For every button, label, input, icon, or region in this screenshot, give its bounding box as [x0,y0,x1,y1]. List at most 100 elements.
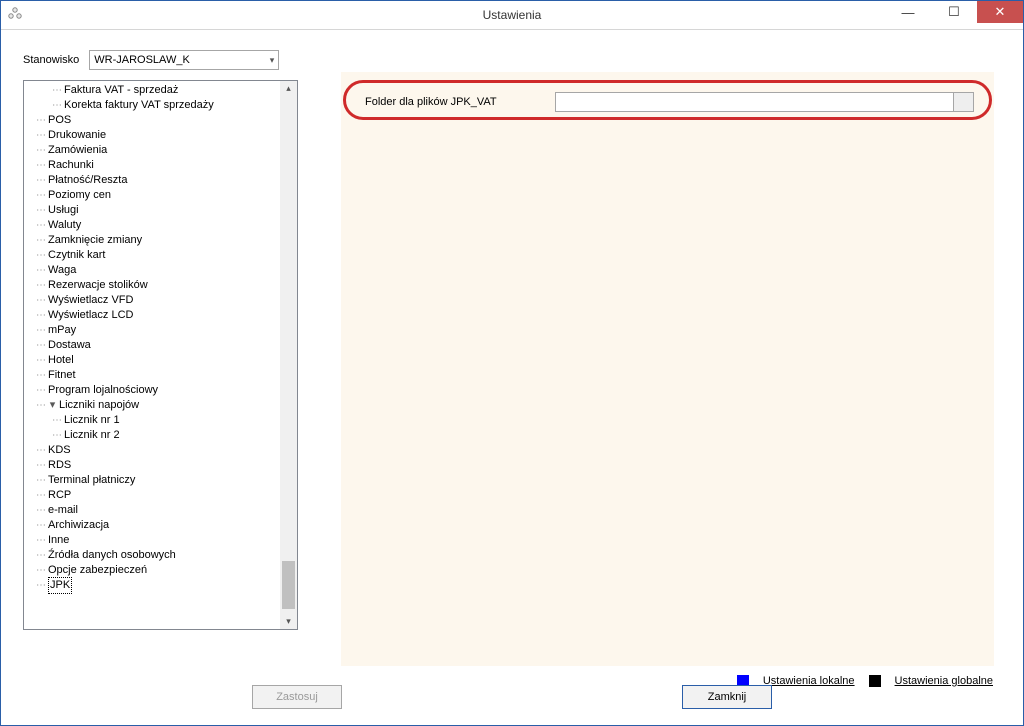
tree-item[interactable]: ⋯Czytnik kart [24,248,280,263]
tree-item[interactable]: ⋯Hotel [24,353,280,368]
tree-item-label: mPay [48,323,76,338]
tree-connector-icon: ⋯ [36,188,45,203]
tree-connector-icon: ⋯ [36,488,45,503]
tree-connector-icon: ⋯ [36,128,45,143]
scroll-down-icon[interactable]: ▾ [286,614,291,629]
tree-connector-icon: ⋯ [36,443,45,458]
tree-item[interactable]: ⋯Licznik nr 2 [24,428,280,443]
tree-connector-icon: ⋯ [36,278,45,293]
tree-item-label: Hotel [48,353,74,368]
tree-item[interactable]: ⋯Fitnet [24,368,280,383]
tree-connector-icon: ⋯ [36,293,45,308]
window-title: Ustawienia [1,8,1023,22]
client-area: Stanowisko WR-JAROSLAW_K ▾ ⋯Faktura VAT … [1,30,1023,725]
tree-item-label: Waluty [48,218,81,233]
tree-item[interactable]: ⋯Zamknięcie zmiany [24,233,280,248]
minimize-button[interactable]: — [885,1,931,23]
tree-item[interactable]: ⋯Rachunki [24,158,280,173]
tree-item[interactable]: ⋯Wyświetlacz LCD [24,308,280,323]
tree-item[interactable]: ⋯Terminal płatniczy [24,473,280,488]
tree-item[interactable]: ⋯Zamówienia [24,143,280,158]
tree-item[interactable]: ⋯Program lojalnościowy [24,383,280,398]
tree-connector-icon: ⋯ [36,398,45,413]
tree-item-label: Program lojalnościowy [48,383,158,398]
tree-item-label: Poziomy cen [48,188,111,203]
tree-item-label: Wyświetlacz VFD [48,293,133,308]
tree-item[interactable]: ⋯Archiwizacja [24,518,280,533]
tree-connector-icon: ⋯ [36,473,45,488]
tree-item[interactable]: ⋯Źródła danych osobowych [24,548,280,563]
tree-item[interactable]: ⋯Opcje zabezpieczeń [24,563,280,578]
tree-item-label: Licznik nr 2 [64,428,120,443]
tree-connector-icon: ⋯ [36,233,45,248]
tree-item[interactable]: ⋯Faktura VAT - sprzedaż [24,83,280,98]
scroll-thumb[interactable] [282,561,295,609]
station-combo-value: WR-JAROSLAW_K [94,54,190,66]
tree-item[interactable]: ⋯Licznik nr 1 [24,413,280,428]
tree-item[interactable]: ⋯POS [24,113,280,128]
jpk-folder-row: Folder dla plików JPK_VAT [365,92,974,112]
close-button[interactable]: ✕ [977,1,1023,23]
tree-item-label: Korekta faktury VAT sprzedaży [64,98,214,113]
tree-item[interactable]: ⋯Dostawa [24,338,280,353]
tree-item[interactable]: ⋯Drukowanie [24,128,280,143]
tree-item[interactable]: ⋯JPK [24,578,280,593]
tree-item-label: Fitnet [48,368,76,383]
tree-item[interactable]: ⋯Waluty [24,218,280,233]
tree-item[interactable]: ⋯KDS [24,443,280,458]
dialog-buttons: Zastosuj Zamknij [1,685,1023,709]
station-combo[interactable]: WR-JAROSLAW_K ▾ [89,50,279,70]
settings-tree: ⋯Faktura VAT - sprzedaż⋯Korekta faktury … [23,80,298,630]
tree-expander-icon[interactable]: ▾ [48,398,57,413]
tree-item[interactable]: ⋯Poziomy cen [24,188,280,203]
jpk-folder-input[interactable] [555,92,954,112]
station-bar: Stanowisko WR-JAROSLAW_K ▾ [23,50,279,70]
tree-item-label: Opcje zabezpieczeń [48,563,147,578]
tree-connector-icon: ⋯ [36,458,45,473]
tree-item[interactable]: ⋯e-mail [24,503,280,518]
tree-connector-icon: ⋯ [36,578,45,593]
tree-item-label: Terminal płatniczy [48,473,135,488]
tree-item-label: POS [48,113,71,128]
tree-connector-icon: ⋯ [36,308,45,323]
tree-connector-icon: ⋯ [36,518,45,533]
tree-item[interactable]: ⋯RCP [24,488,280,503]
tree-item[interactable]: ⋯mPay [24,323,280,338]
scroll-up-icon[interactable]: ▴ [286,81,291,96]
tree-item[interactable]: ⋯Wyświetlacz VFD [24,293,280,308]
tree-connector-icon: ⋯ [36,383,45,398]
tree-connector-icon: ⋯ [36,218,45,233]
tree-connector-icon: ⋯ [36,248,45,263]
tree-item-label: Inne [48,533,69,548]
tree-connector-icon: ⋯ [52,98,61,113]
tree-item-label: Zamknięcie zmiany [48,233,142,248]
tree-item-label: Zamówienia [48,143,107,158]
tree-scrollbar[interactable]: ▴ ▾ [280,81,297,629]
tree-item[interactable]: ⋯Korekta faktury VAT sprzedaży [24,98,280,113]
browse-button[interactable] [954,92,974,112]
tree-item-label: Waga [48,263,76,278]
tree-item-label: Archiwizacja [48,518,109,533]
tree-item[interactable]: ⋯RDS [24,458,280,473]
close-dialog-button[interactable]: Zamknij [682,685,772,709]
tree-item[interactable]: ⋯Inne [24,533,280,548]
tree-connector-icon: ⋯ [36,338,45,353]
tree-connector-icon: ⋯ [52,83,61,98]
tree-connector-icon: ⋯ [36,263,45,278]
tree-connector-icon: ⋯ [36,113,45,128]
tree-item[interactable]: ⋯Waga [24,263,280,278]
tree-item[interactable]: ⋯▾Liczniki napojów [24,398,280,413]
maximize-button[interactable]: ☐ [931,1,977,23]
tree-item-label: Faktura VAT - sprzedaż [64,83,178,98]
chevron-down-icon: ▾ [270,55,275,66]
tree-connector-icon: ⋯ [36,563,45,578]
tree-item-label: Dostawa [48,338,91,353]
jpk-folder-label: Folder dla plików JPK_VAT [365,96,555,108]
tree-item[interactable]: ⋯Usługi [24,203,280,218]
tree-item-label: RCP [48,488,71,503]
apply-button[interactable]: Zastosuj [252,685,342,709]
tree-item-label: Liczniki napojów [59,398,139,413]
tree-item[interactable]: ⋯Płatność/Reszta [24,173,280,188]
tree-item[interactable]: ⋯Rezerwacje stolików [24,278,280,293]
window-controls: — ☐ ✕ [885,1,1023,23]
